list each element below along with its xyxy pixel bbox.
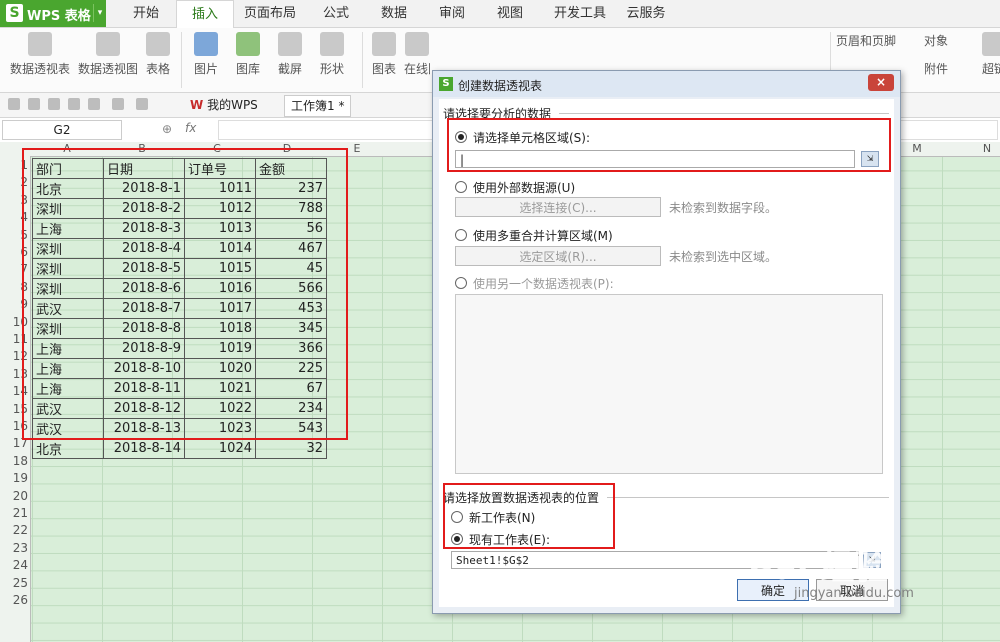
highlight-box-location — [443, 483, 615, 549]
tab-review[interactable]: 审阅 — [424, 0, 480, 27]
row-header[interactable]: 20 — [0, 489, 28, 503]
app-name: WPS 表格 — [27, 9, 91, 24]
pivot-table-list[interactable] — [455, 294, 883, 474]
row-header[interactable]: 22 — [0, 523, 28, 537]
table-icon — [146, 32, 170, 56]
print-preview-icon[interactable] — [88, 98, 100, 110]
chart-icon — [372, 32, 396, 56]
tab-view[interactable]: 视图 — [482, 0, 538, 27]
tab-cloud[interactable]: 云服务 — [618, 0, 674, 27]
highlight-box-range — [447, 118, 891, 172]
open-icon[interactable] — [8, 98, 20, 110]
watermark-text: Bai 经验 — [748, 548, 889, 588]
ribbon-divider — [181, 32, 182, 88]
create-pivot-table-dialog: S 创建数据透视表 × 请选择要分析的数据 请选择单元格区域(S): | ⇲ 使… — [432, 70, 901, 614]
row-header[interactable]: 26 — [0, 593, 28, 607]
tab-home[interactable]: 开始 — [118, 0, 174, 27]
row-header[interactable]: 18 — [0, 454, 28, 468]
fx-icon[interactable]: fx — [185, 121, 196, 135]
table-row: 北京 2018-8-14 1024 32 — [32, 438, 327, 459]
attachment-button[interactable]: 附件 — [924, 60, 972, 77]
radio-dot — [455, 277, 467, 289]
dialog-body: 请选择要分析的数据 请选择单元格区域(S): | ⇲ 使用外部数据源(U) 选择… — [439, 99, 894, 607]
table-cell[interactable]: 2018-8-14 — [103, 438, 185, 459]
menu-tab-bar: S WPS 表格 ▾ 开始 插入 页面布局 公式 数据 审阅 视图 开发工具 云… — [0, 0, 1000, 29]
radio-dot — [455, 181, 467, 193]
table-cell[interactable]: 1024 — [184, 438, 256, 459]
doc-tab-my-wps[interactable]: W 我的WPS — [184, 95, 264, 115]
chart-button[interactable]: 图表 — [368, 32, 400, 77]
row-header[interactable]: 25 — [0, 576, 28, 590]
dialog-title-bar: S 创建数据透视表 × — [433, 71, 900, 97]
gallery-button[interactable]: 图库 — [230, 32, 266, 77]
wps-logo-icon: S — [439, 77, 453, 91]
wps-w-icon: W — [190, 98, 204, 112]
tab-developer[interactable]: 开发工具 — [544, 0, 616, 27]
pivot-chart-icon — [96, 32, 120, 56]
close-button[interactable]: × — [868, 74, 894, 91]
watermark-url: jingyan.baidu.com — [794, 586, 914, 601]
region-hint: 未检索到选中区域。 — [669, 250, 778, 264]
screenshot-button[interactable]: 截屏 — [272, 32, 308, 77]
table-button[interactable]: 表格 — [142, 32, 174, 77]
radio-external-source[interactable]: 使用外部数据源(U) — [455, 179, 575, 196]
online-chart-button[interactable]: 在线图表 — [404, 32, 430, 77]
pivot-chart-button[interactable]: 数据透视图 — [76, 32, 140, 77]
table-cell[interactable]: 北京 — [32, 438, 104, 459]
divider — [559, 113, 889, 114]
print-icon[interactable] — [68, 98, 80, 110]
watermark: Bai 经验 jingyan.baidu.com — [748, 540, 948, 630]
row-header[interactable]: 23 — [0, 541, 28, 555]
shapes-icon — [320, 32, 344, 56]
save-icon[interactable] — [28, 98, 40, 110]
header-footer-button[interactable]: 页眉和页脚 — [836, 32, 920, 49]
doc-tab-workbook[interactable]: 工作簿1 * — [284, 95, 352, 117]
picture-button[interactable]: 图片 — [188, 32, 224, 77]
connection-hint: 未检索到数据字段。 — [669, 201, 778, 215]
row-header[interactable]: 24 — [0, 558, 28, 572]
row-header[interactable]: 21 — [0, 506, 28, 520]
app-menu-button[interactable]: S WPS 表格 ▾ — [0, 0, 106, 27]
undo-icon[interactable] — [112, 98, 124, 110]
screenshot-icon — [278, 32, 302, 56]
select-connection-button[interactable]: 选择连接(C)... — [455, 197, 661, 217]
radio-another-pivot[interactable]: 使用另一个数据透视表(P): — [455, 275, 614, 292]
hyperlink-icon — [982, 32, 1000, 56]
zoom-icon[interactable]: ⊕ — [162, 122, 172, 136]
dialog-title: 创建数据透视表 — [458, 79, 543, 93]
tab-data[interactable]: 数据 — [366, 0, 422, 27]
divider — [607, 497, 889, 498]
online-chart-icon — [405, 32, 429, 56]
select-region-button[interactable]: 选定区域(R)... — [455, 246, 661, 266]
export-pdf-icon[interactable] — [48, 98, 60, 110]
object-button[interactable]: 对象 — [924, 32, 972, 49]
row-header[interactable]: 19 — [0, 471, 28, 485]
pivot-table-icon — [28, 32, 52, 56]
redo-icon[interactable] — [136, 98, 148, 110]
tab-insert[interactable]: 插入 — [176, 0, 234, 29]
name-box[interactable]: G2 — [2, 120, 122, 140]
shapes-button[interactable]: 形状 — [314, 32, 350, 77]
tab-page-layout[interactable]: 页面布局 — [234, 0, 306, 27]
tab-formulas[interactable]: 公式 — [308, 0, 364, 27]
wps-logo-icon: S — [6, 4, 23, 22]
hyperlink-button[interactable]: 超链接 — [982, 32, 1000, 77]
highlight-box-data — [22, 148, 348, 440]
chevron-down-icon[interactable]: ▾ — [93, 4, 106, 22]
radio-dot — [455, 229, 467, 241]
picture-icon — [194, 32, 218, 56]
table-cell[interactable]: 32 — [255, 438, 327, 459]
pivot-table-button[interactable]: 数据透视表 — [8, 32, 72, 77]
column-header[interactable]: N — [952, 142, 1000, 156]
ribbon-divider — [362, 32, 363, 88]
gallery-icon — [236, 32, 260, 56]
radio-multiple-ranges[interactable]: 使用多重合并计算区域(M) — [455, 227, 613, 244]
